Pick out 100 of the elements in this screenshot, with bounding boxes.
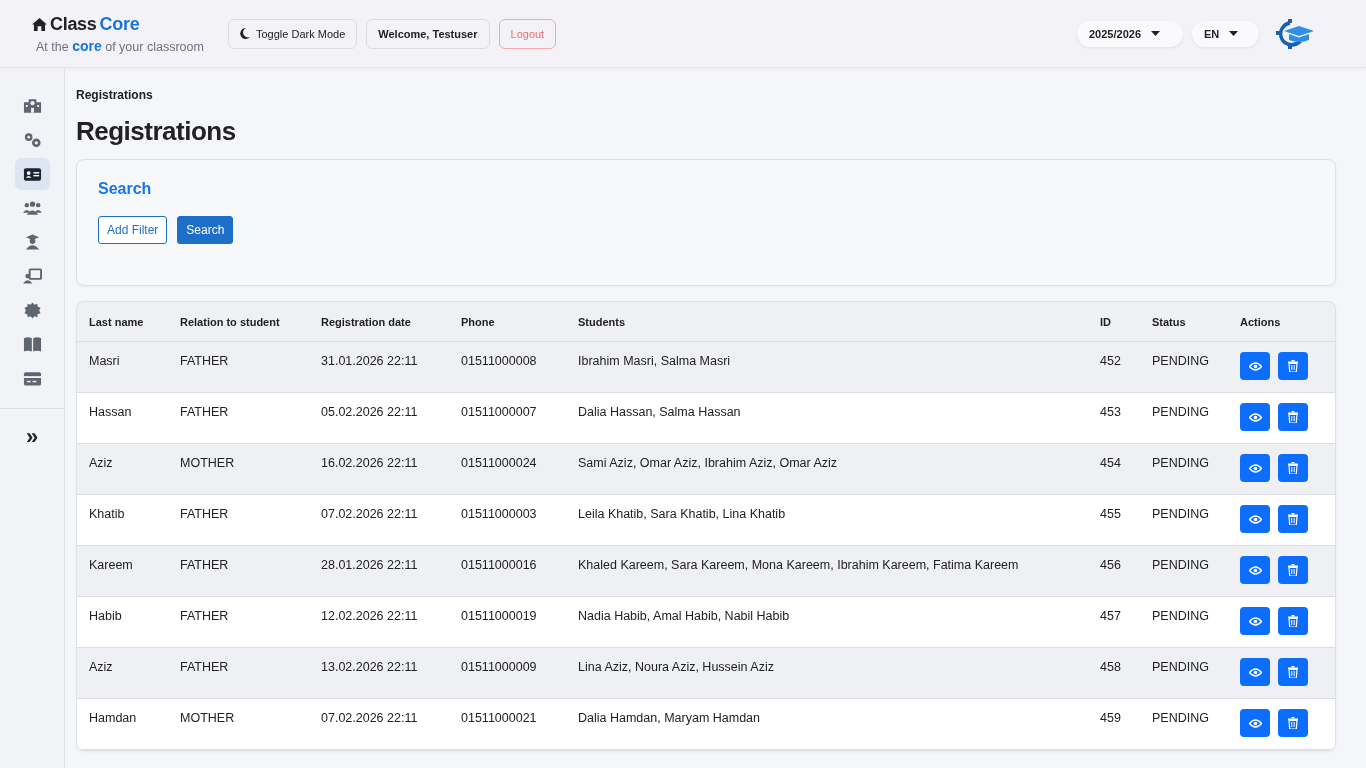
table-cell-text: 13.02.2026 22:11 (321, 659, 419, 676)
table-cell-text: 01511000024 (461, 455, 538, 472)
table-cell-text: 07.02.2026 22:11 (321, 710, 419, 727)
table-cell-text: FATHER (180, 353, 230, 370)
table-cell-text: PENDING (1152, 353, 1210, 370)
table-cell-text: 28.01.2026 22:11 (321, 557, 419, 574)
table-cell-text: 01511000003 (461, 506, 538, 523)
table-cell-text: FATHER (180, 506, 230, 523)
table-cell-text: Hamdan (89, 710, 138, 727)
view-button[interactable] (1240, 658, 1270, 686)
trash-icon (1288, 564, 1298, 576)
book-icon (22, 335, 42, 353)
card-icon (22, 369, 42, 387)
trash-icon (1288, 360, 1298, 372)
table-cell-text: 459 (1100, 710, 1122, 727)
table-cell-text: FATHER (180, 404, 230, 421)
add-filter-button[interactable]: Add Filter (98, 216, 168, 244)
badge-icon (22, 301, 42, 319)
column-header: Status (1152, 315, 1187, 328)
table-cell-text: 16.02.2026 22:11 (321, 455, 419, 472)
view-button[interactable] (1240, 709, 1270, 737)
brand-name: Class Core (50, 13, 140, 35)
table-cell-text: Khaled Kareem, Sara Kareem, Mona Kareem, Ibrahim Kareem, Fatima Kareem (578, 557, 1020, 574)
delete-button[interactable] (1278, 607, 1308, 635)
breadcrumb: Registrations (76, 88, 154, 102)
view-button[interactable] (1240, 505, 1270, 533)
view-button[interactable] (1240, 454, 1270, 482)
id-card-icon (22, 165, 42, 183)
table-cell-text: 31.01.2026 22:11 (321, 353, 419, 370)
table-cell-text: 454 (1100, 455, 1122, 472)
table-cell-text: 01511000009 (461, 659, 538, 676)
sidebar-item[interactable] (14, 158, 50, 190)
table-cell-text: 453 (1100, 404, 1122, 421)
view-button[interactable] (1240, 403, 1270, 431)
eye-icon (1248, 616, 1262, 626)
view-button[interactable] (1240, 556, 1270, 584)
table-cell-text: Aziz (89, 455, 114, 472)
table-cell-text: Masri (89, 353, 121, 370)
eye-icon (1248, 514, 1262, 524)
delete-button[interactable] (1278, 352, 1308, 380)
trash-icon (1288, 615, 1298, 627)
table-cell-text: 01511000019 (461, 608, 538, 625)
column-header: Actions (1240, 315, 1282, 328)
language-select[interactable]: EN (1192, 20, 1259, 47)
table-cell-text: Leila Khatib, Sara Khatib, Lina Khatib (578, 506, 787, 523)
delete-button[interactable] (1278, 709, 1308, 737)
column-header: Relation to student (180, 315, 281, 328)
eye-icon (1248, 667, 1262, 677)
building-icon (22, 97, 42, 115)
table-cell-text: 12.02.2026 22:11 (321, 608, 419, 625)
column-header: Last name (89, 315, 145, 328)
eye-icon (1248, 412, 1262, 422)
eye-icon (1248, 361, 1262, 371)
delete-button[interactable] (1278, 556, 1308, 584)
search-title: Search (98, 180, 153, 198)
users-icon (22, 199, 42, 217)
table-cell-text: Sami Aziz, Omar Aziz, Ibrahim Aziz, Omar Aziz (578, 455, 839, 472)
table-cell-text: Lina Aziz, Noura Aziz, Hussein Aziz (578, 659, 775, 676)
eye-icon (1248, 565, 1262, 575)
table-cell-text: 07.02.2026 22:11 (321, 506, 419, 523)
table-cell-text: PENDING (1152, 404, 1210, 421)
year-select[interactable]: 2025/2026 (1077, 20, 1183, 47)
table-cell-text: 458 (1100, 659, 1122, 676)
table-cell-text: PENDING (1152, 455, 1210, 472)
table-cell-text: 01511000007 (461, 404, 538, 421)
expand-button[interactable]: » (21, 427, 43, 447)
welcome-button[interactable]: Welcome, Testuser (366, 18, 490, 49)
table-cell-text: 05.02.2026 22:11 (321, 404, 419, 421)
trash-icon (1288, 717, 1298, 729)
column-header: Phone (461, 315, 496, 328)
table-cell-text: 457 (1100, 608, 1122, 625)
table-cell-text: Khatib (89, 506, 126, 523)
delete-button[interactable] (1278, 454, 1308, 482)
table-cell-text: PENDING (1152, 506, 1210, 523)
delete-button[interactable] (1278, 658, 1308, 686)
column-header: Students (578, 315, 627, 328)
table-cell-text: 01511000016 (461, 557, 538, 574)
table-cell-text: MOTHER (180, 710, 236, 727)
dark-mode-button[interactable]: Toggle Dark Mode (228, 18, 358, 49)
trash-icon (1288, 462, 1298, 474)
eye-icon (1248, 718, 1262, 728)
table-cell-text: 01511000008 (461, 353, 538, 370)
view-button[interactable] (1240, 607, 1270, 635)
table-cell-text: FATHER (180, 608, 230, 625)
delete-button[interactable] (1278, 505, 1308, 533)
home-icon (32, 17, 47, 31)
delete-button[interactable] (1278, 403, 1308, 431)
column-header: ID (1100, 315, 1112, 328)
page-title: Registrations (76, 116, 237, 147)
table-cell-text: Ibrahim Masri, Salma Masri (578, 353, 732, 370)
view-button[interactable] (1240, 352, 1270, 380)
search-button[interactable]: Search (177, 216, 234, 244)
table-cell-text: 01511000021 (461, 710, 538, 727)
table-cell-text: PENDING (1152, 557, 1210, 574)
table-cell-text: MOTHER (180, 455, 236, 472)
logo-icon (1274, 17, 1314, 50)
gears-icon (22, 131, 42, 149)
table-cell-text: FATHER (180, 557, 230, 574)
moon-icon (240, 28, 250, 39)
table-cell-text: Habib (89, 608, 123, 625)
